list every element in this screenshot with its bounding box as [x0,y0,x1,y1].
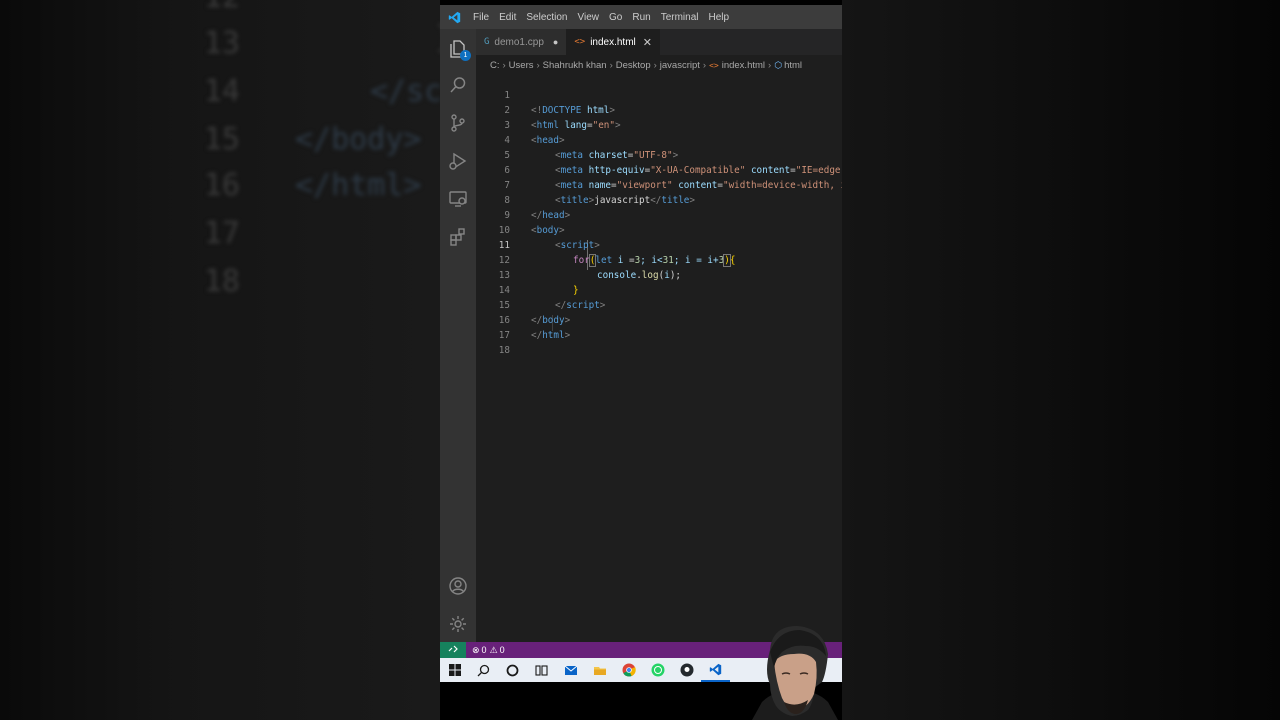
bg-line-number: 12 [190,0,240,15]
close-tab-icon[interactable]: ✕ [641,36,652,49]
chevron-right-icon: › [536,59,540,71]
code-line: 17 [476,313,842,341]
bg-code-line: </sc [370,74,440,109]
menu-selection[interactable]: Selection [521,12,572,23]
code-line: 8 </head> [476,178,842,221]
windows-start-icon[interactable] [440,658,469,682]
breadcrumb-item[interactable]: index.html [722,60,765,71]
chevron-right-icon: › [653,59,657,71]
code-line: 1 <!DOCTYPE html> [476,75,842,116]
bg-line-number: 14 [203,74,240,109]
file-explorer-icon[interactable] [585,658,614,682]
breadcrumb-item[interactable]: Desktop [616,60,651,71]
error-icon: ⊗ [472,644,480,655]
blurred-background-left: 12 13 } 14 </sc 15 </body> 16 </html> 17… [0,0,440,720]
chevron-right-icon: › [609,59,613,71]
code-line: 15 </body> [476,283,842,326]
mail-app-icon[interactable] [556,658,585,682]
vscode-window: File Edit Selection View Go Run Terminal… [440,5,842,682]
github-desktop-icon[interactable] [672,658,701,682]
error-count: 0 [481,645,487,655]
chevron-right-icon: › [702,59,707,71]
tab-demo1-cpp[interactable]: G demo1.cpp ● [476,29,567,55]
chevron-right-icon: › [502,59,506,71]
warning-icon: ⚠ [489,644,498,655]
account-icon[interactable] [446,574,470,598]
menu-terminal[interactable]: Terminal [656,12,704,23]
code-line: 3 <head> [476,103,842,146]
bg-line-number: 18 [203,264,240,299]
task-view-icon[interactable] [527,658,556,682]
cortana-icon[interactable] [498,658,527,682]
code-line: 16 </html> [476,298,842,341]
menu-run[interactable]: Run [627,12,655,23]
webcam-overlay [752,622,838,720]
code-line: 4 <meta charset="UTF-8"> [476,118,842,161]
symbol-icon: ⬡ [774,59,783,70]
vscode-logo-icon [440,5,468,29]
editor-tabs: G demo1.cpp ● <> index.html ✕ [476,29,842,55]
code-line: 7 <title>javascript</title> [476,163,842,206]
menu-go[interactable]: Go [604,12,627,23]
code-line: 9 <body> [476,193,842,236]
problems-indicator[interactable]: ⊗ 0 ⚠ 0 [466,645,505,656]
bg-line-number: 17 [203,216,240,251]
html-file-icon: <> [709,60,719,70]
extensions-icon[interactable] [446,225,470,249]
bg-line-number: 13 [203,26,240,61]
code-line: 10 <script> [476,208,842,251]
breadcrumb: C: › Users › Shahrukh khan › Desktop › j… [476,55,842,75]
tab-index-html[interactable]: <> index.html ✕ [566,29,660,55]
menu-file[interactable]: File [468,12,494,23]
breadcrumb-item[interactable]: C: [490,60,500,71]
taskbar-search-icon[interactable] [469,658,498,682]
breadcrumb-item[interactable]: html [784,60,802,71]
explorer-badge: 1 [460,50,471,61]
line-number: 18 [498,345,510,356]
html-file-icon: <> [574,37,586,47]
code-line: 2 <html lang="en"> [476,88,842,131]
explorer-icon[interactable]: 1 [446,37,471,61]
breadcrumb-item[interactable]: Users [509,60,534,71]
search-icon[interactable] [446,73,470,97]
menu-edit[interactable]: Edit [494,12,521,23]
code-line: 14 </script> [476,268,842,311]
bg-code-line: </body> [295,122,422,157]
code-line-current: 11 for(let i =3; i<31; i = i+3){ [476,223,842,267]
code-editor[interactable]: 1 <!DOCTYPE html> 2 <html lang="en"> 3 <… [476,75,842,642]
bg-line-number: 16 [203,168,240,203]
code-line: 18 [476,328,842,356]
cpp-file-icon: G [484,37,490,47]
source-control-icon[interactable] [446,111,470,135]
run-debug-icon[interactable] [446,149,470,173]
breadcrumb-item[interactable]: javascript [660,60,700,71]
tab-label: index.html [590,36,636,48]
chrome-icon[interactable] [614,658,643,682]
whatsapp-icon[interactable] [643,658,672,682]
breadcrumb-item[interactable]: Shahrukh khan [543,60,607,71]
warning-count: 0 [499,645,505,655]
menu-help[interactable]: Help [704,12,735,23]
code-line: 12 console.log(i); [476,238,842,281]
bg-line-number: 15 [203,122,240,157]
settings-gear-icon[interactable] [446,612,470,636]
remote-indicator-icon[interactable] [440,642,466,658]
menu-view[interactable]: View [573,12,605,23]
code-line: 5 <meta http-equiv="X-UA-Compatible" con… [476,133,842,176]
title-bar: File Edit Selection View Go Run Terminal… [440,5,842,29]
vscode-taskbar-icon[interactable] [701,658,730,682]
code-line: 13 } [476,253,842,296]
chevron-right-icon: › [768,59,772,71]
code-line: 6 <meta name="viewport" content="width=d… [476,148,842,191]
tab-label: demo1.cpp [494,36,544,48]
remote-explorer-icon[interactable] [446,187,470,211]
bg-code-line: </html> [295,168,422,203]
blurred-background-right [842,0,1280,720]
activity-bar: 1 [440,29,476,642]
unsaved-dot-icon[interactable]: ● [549,37,558,47]
